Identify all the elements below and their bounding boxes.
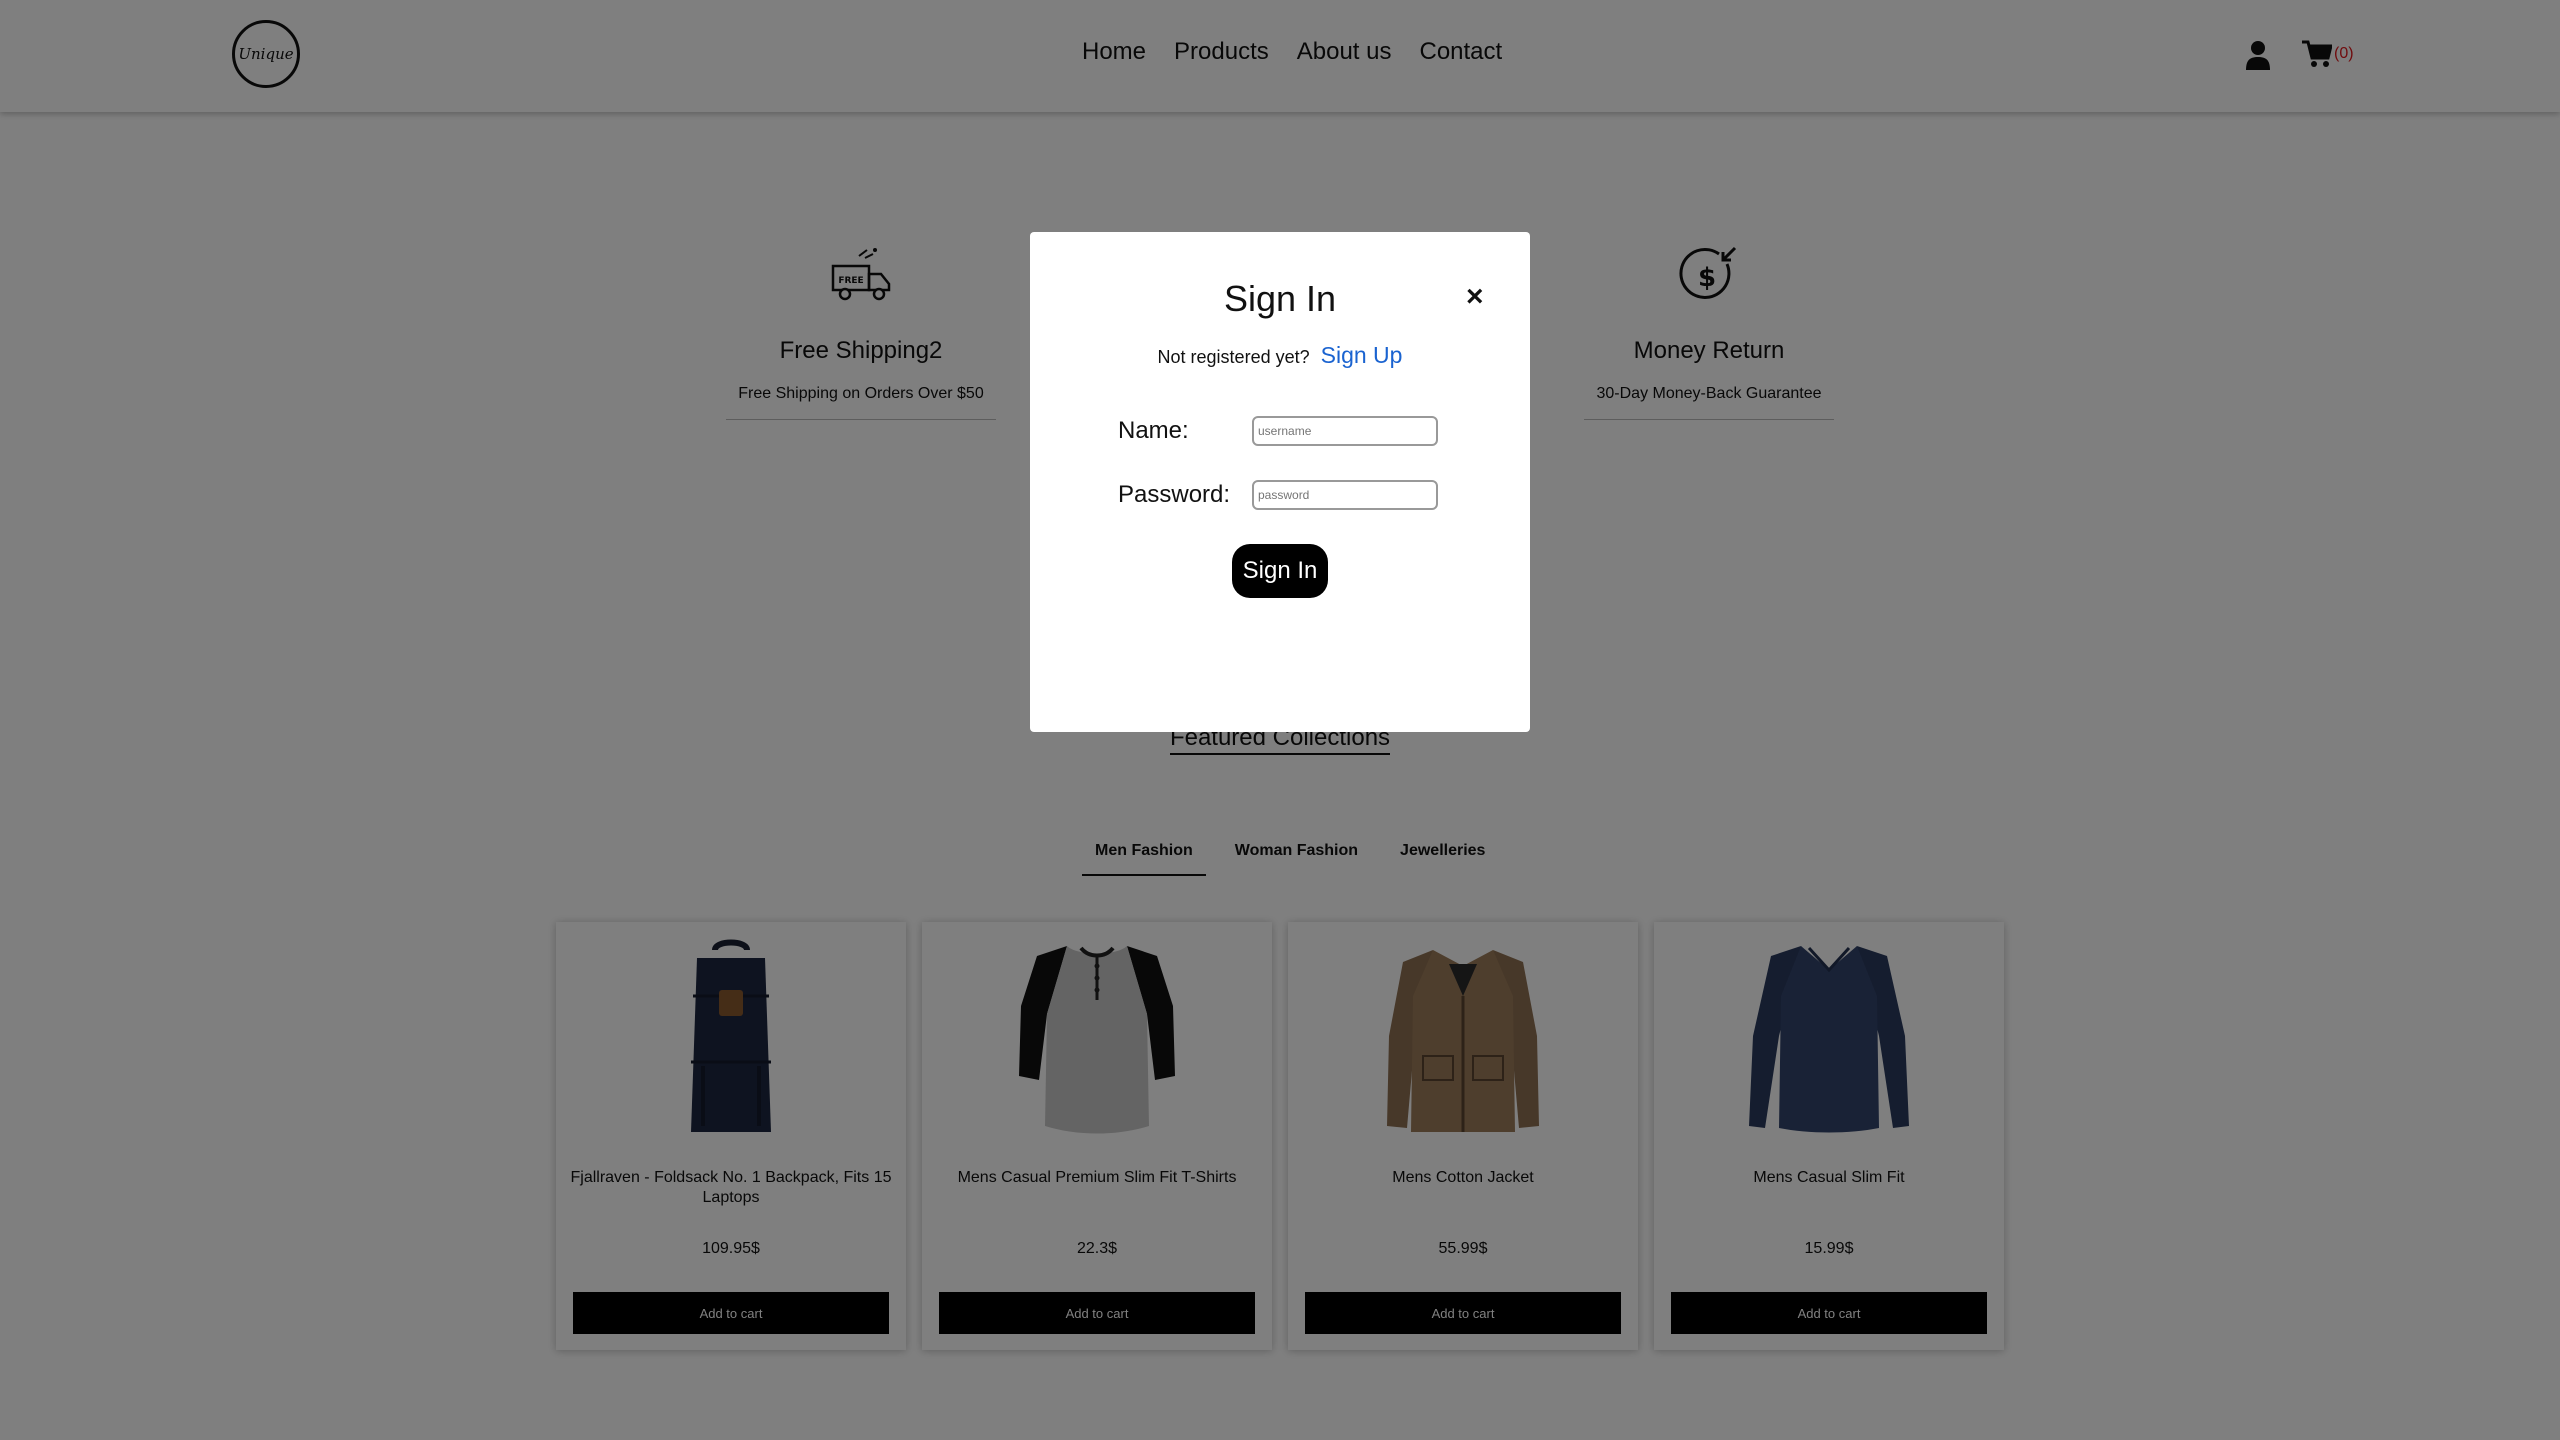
name-label: Name: <box>1118 417 1189 444</box>
password-row: Password: <box>1118 480 1438 510</box>
sign-in-button[interactable]: Sign In <box>1232 544 1328 598</box>
sign-up-link[interactable]: Sign Up <box>1321 342 1403 368</box>
not-registered-text: Not registered yet? <box>1157 347 1310 367</box>
name-row: Name: <box>1118 416 1438 446</box>
password-label: Password: <box>1118 481 1231 508</box>
modal-title: Sign In <box>1223 278 1337 319</box>
sign-in-modal: Sign In × Not registered yet? Sign Up Na… <box>1030 232 1530 732</box>
username-input[interactable] <box>1252 416 1438 446</box>
close-icon[interactable]: × <box>1466 282 1484 312</box>
password-input[interactable] <box>1252 480 1438 510</box>
register-prompt: Not registered yet? Sign Up <box>1030 342 1530 369</box>
